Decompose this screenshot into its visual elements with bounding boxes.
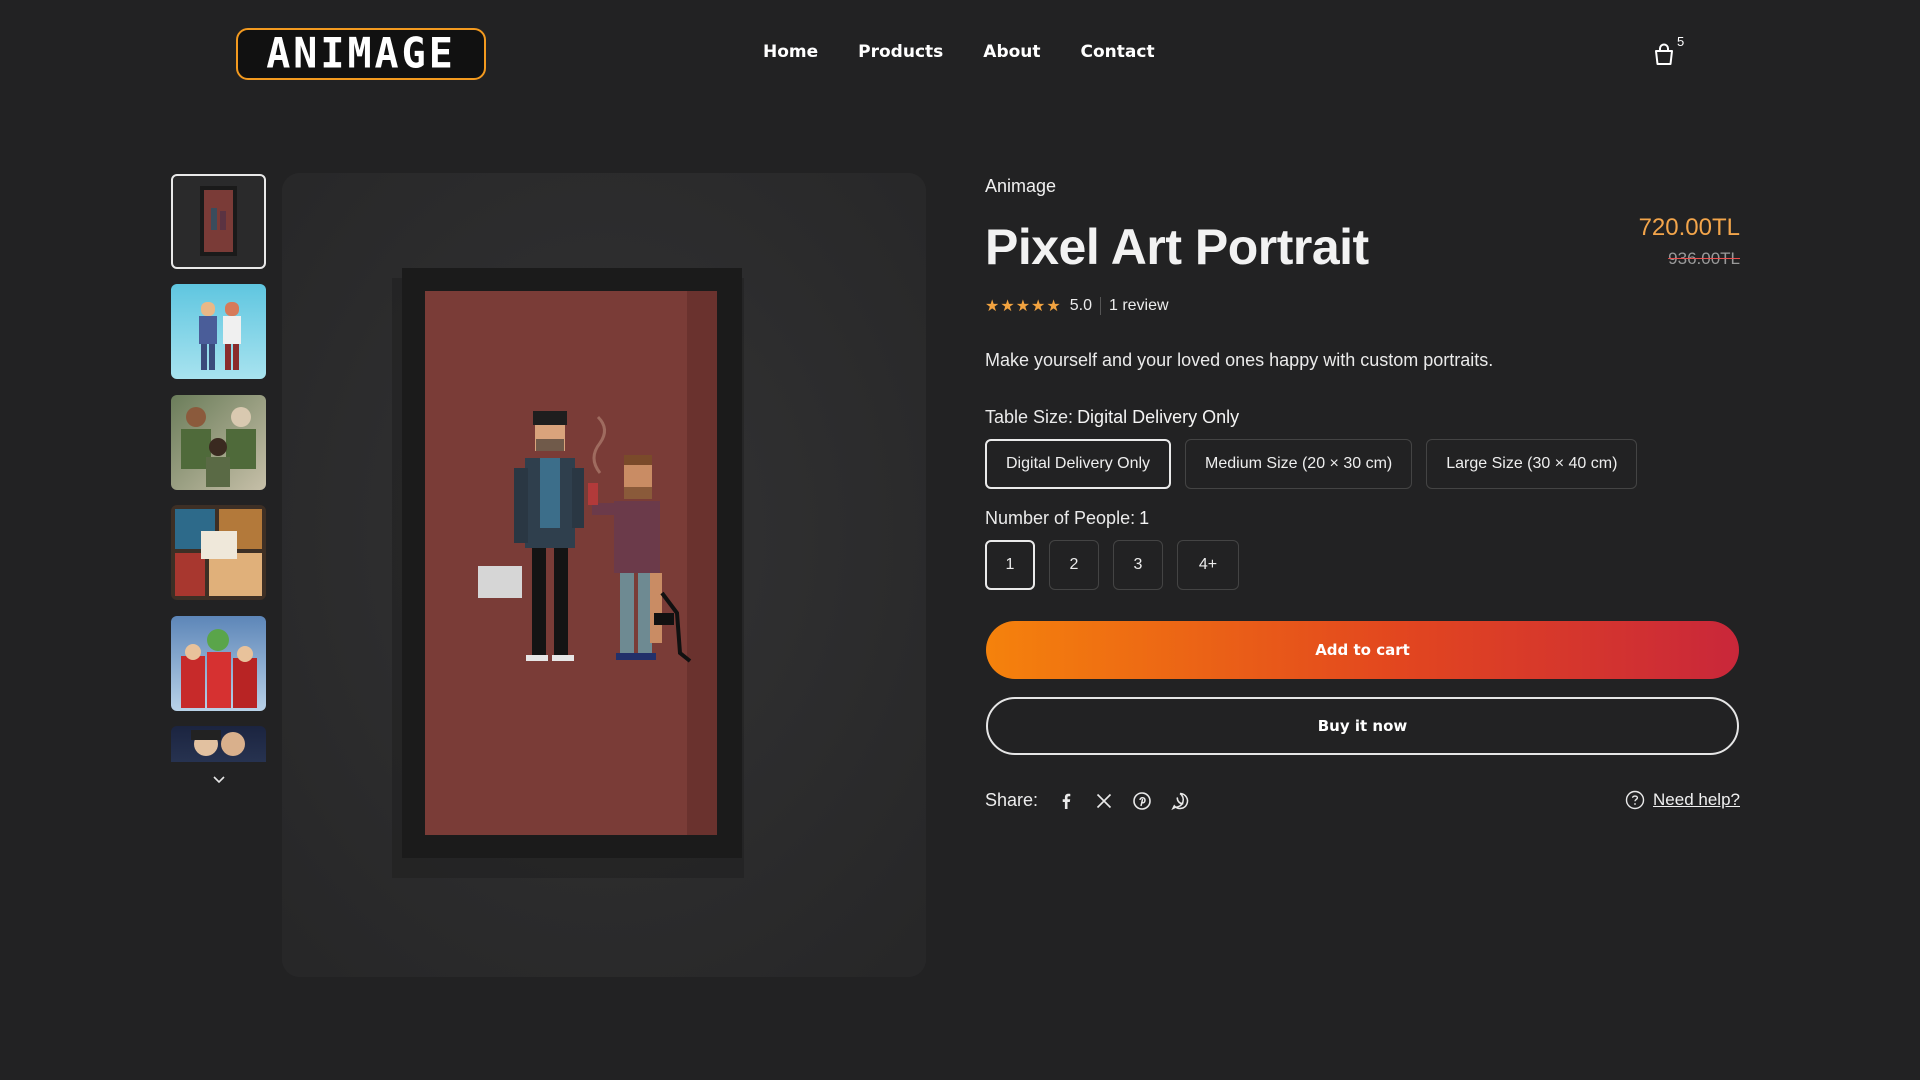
whatsapp-icon[interactable] bbox=[1170, 791, 1190, 811]
product-vendor[interactable]: Animage bbox=[985, 176, 1056, 197]
question-icon bbox=[1625, 790, 1645, 810]
logo[interactable]: ANIMAGE bbox=[236, 28, 486, 80]
help-link[interactable]: Need help? bbox=[1625, 790, 1740, 810]
people-4-plus[interactable]: 4+ bbox=[1177, 540, 1239, 590]
cart-icon[interactable] bbox=[1650, 40, 1678, 68]
size-medium[interactable]: Medium Size (20 × 30 cm) bbox=[1185, 439, 1413, 489]
size-digital-delivery[interactable]: Digital Delivery Only bbox=[985, 439, 1172, 489]
pixel-portrait-frame-illustration bbox=[282, 173, 926, 977]
thumbnail-image bbox=[181, 629, 257, 708]
thumbnail-image bbox=[200, 186, 237, 256]
thumbnail-2[interactable] bbox=[171, 284, 266, 379]
product-description: Make yourself and your loved ones happy … bbox=[985, 350, 1494, 370]
people-1[interactable]: 1 bbox=[985, 540, 1035, 590]
nav-contact[interactable]: Contact bbox=[1081, 42, 1155, 62]
x-twitter-icon[interactable] bbox=[1094, 791, 1114, 811]
size-options: Digital Delivery Only Medium Size (20 × … bbox=[985, 439, 1638, 489]
share-label: Share: bbox=[985, 790, 1039, 810]
size-large[interactable]: Large Size (30 × 40 cm) bbox=[1426, 439, 1638, 489]
buy-now-button[interactable]: Buy it now bbox=[986, 697, 1739, 755]
size-option-name: Table Size: bbox=[985, 407, 1074, 427]
compare-at-price: 936.00TL bbox=[1668, 249, 1740, 268]
chevron-down-icon[interactable] bbox=[209, 772, 229, 788]
people-option-selected: 1 bbox=[1139, 508, 1150, 528]
need-help-link[interactable]: Need help? bbox=[1653, 790, 1740, 810]
share-bar: Share: bbox=[985, 790, 1190, 811]
facebook-icon[interactable] bbox=[1056, 791, 1076, 811]
product-title: Pixel Art Portrait bbox=[985, 219, 1369, 275]
people-3[interactable]: 3 bbox=[1113, 540, 1163, 590]
logo-text: ANIMAGE bbox=[266, 29, 456, 79]
divider bbox=[1099, 297, 1101, 315]
pinterest-icon[interactable] bbox=[1132, 791, 1152, 811]
main-product-image[interactable] bbox=[282, 173, 926, 977]
thumbnail-image bbox=[181, 407, 256, 487]
size-option-selected: Digital Delivery Only bbox=[1077, 407, 1240, 427]
people-2[interactable]: 2 bbox=[1049, 540, 1099, 590]
thumbnail-image bbox=[191, 730, 245, 756]
add-to-cart-button[interactable]: Add to cart bbox=[986, 621, 1739, 679]
nav-products[interactable]: Products bbox=[858, 42, 943, 62]
size-option-label: Table Size: Digital Delivery Only bbox=[985, 407, 1239, 428]
people-options: 1 2 3 4+ bbox=[985, 540, 1239, 590]
main-nav: Home Products About Contact bbox=[763, 42, 1155, 62]
thumbnail-image bbox=[175, 509, 262, 596]
rating-value: 5.0 bbox=[1069, 297, 1092, 314]
thumbnail-image bbox=[199, 302, 241, 370]
review-count: 1 review bbox=[1108, 297, 1169, 314]
people-option-label: Number of People: 1 bbox=[985, 508, 1149, 529]
cart-count-badge: 5 bbox=[1677, 34, 1685, 49]
thumbnail-6[interactable] bbox=[171, 726, 266, 762]
thumbnail-4[interactable] bbox=[171, 505, 266, 600]
thumbnail-3[interactable] bbox=[171, 395, 266, 490]
product-rating[interactable]: ★★★★★ 5.0 1 review bbox=[985, 296, 1169, 316]
thumbnail-list bbox=[171, 174, 266, 762]
thumbnail-1[interactable] bbox=[171, 174, 266, 269]
product-price: 720.00TL bbox=[1638, 214, 1740, 241]
thumbnail-5[interactable] bbox=[171, 616, 266, 711]
nav-home[interactable]: Home bbox=[763, 42, 818, 62]
nav-about[interactable]: About bbox=[983, 42, 1040, 62]
rating-stars: ★★★★★ bbox=[985, 298, 1062, 315]
people-option-name: Number of People: bbox=[985, 508, 1136, 528]
